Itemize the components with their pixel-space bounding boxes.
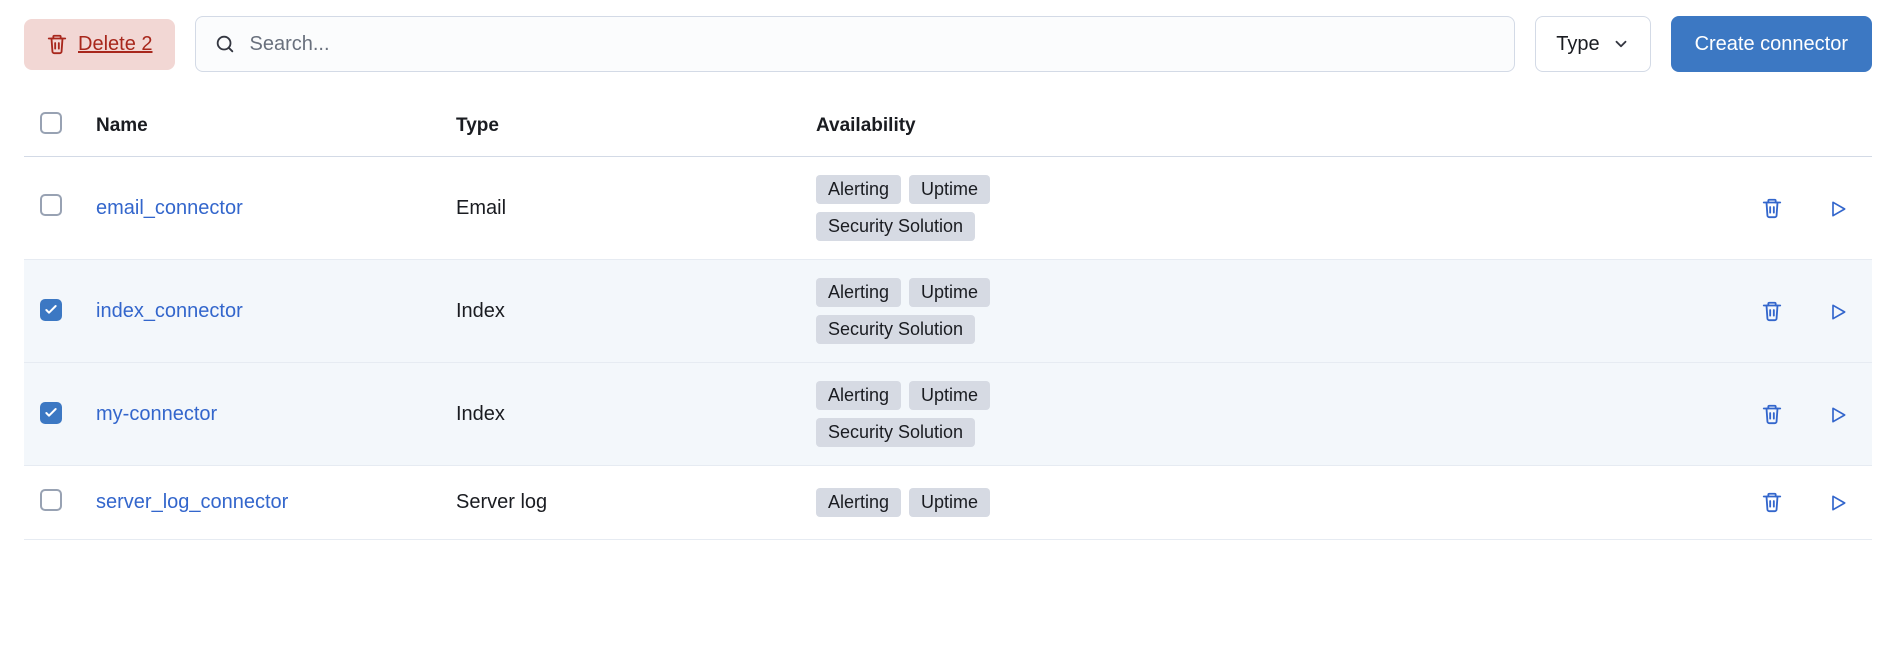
availability-badges: Alerting Uptime Security Solution [816,175,1076,241]
select-all-checkbox[interactable] [40,112,62,134]
run-row-button[interactable] [1820,294,1856,330]
table-row: email_connector Email Alerting Uptime Securi… [24,157,1872,260]
col-header-name: Name [80,100,440,157]
connector-type: Email [456,197,506,219]
connector-name-link[interactable]: my-connector [96,403,217,425]
create-connector-button[interactable]: Create connector [1671,16,1872,72]
availability-badge: Alerting [816,381,901,410]
trash-icon [46,33,68,55]
run-row-button[interactable] [1820,485,1856,521]
trash-icon [1761,403,1783,425]
availability-badge: Alerting [816,175,901,204]
table-row: my-connector Index Alerting Uptime Security … [24,363,1872,466]
play-icon [1828,493,1848,513]
trash-icon [1761,491,1783,513]
search-icon [214,33,236,55]
row-checkbox[interactable] [40,194,62,216]
search-field[interactable] [195,16,1516,72]
availability-badge: Security Solution [816,212,975,241]
availability-badge: Security Solution [816,418,975,447]
availability-badge: Alerting [816,488,901,517]
trash-icon [1761,197,1783,219]
availability-badges: Alerting Uptime Security Solution [816,278,1076,344]
toolbar: Delete 2 Type Create connector [24,16,1872,72]
row-checkbox[interactable] [40,489,62,511]
trash-icon [1761,300,1783,322]
play-icon [1828,405,1848,425]
availability-badge: Alerting [816,278,901,307]
row-checkbox[interactable] [40,299,62,321]
type-filter-button[interactable]: Type [1535,16,1650,72]
connector-type: Server log [456,491,547,513]
delete-label: Delete 2 [78,33,153,56]
connectors-table: Name Type Availability email_connector Em… [24,100,1872,540]
table-row: server_log_connector Server log Alerting Up… [24,466,1872,540]
row-checkbox[interactable] [40,402,62,424]
connector-type: Index [456,403,505,425]
play-icon [1828,302,1848,322]
delete-row-button[interactable] [1754,190,1790,226]
delete-row-button[interactable] [1754,396,1790,432]
connector-name-link[interactable]: index_connector [96,300,243,322]
chevron-down-icon [1612,35,1630,53]
connector-name-link[interactable]: server_log_connector [96,491,288,513]
run-row-button[interactable] [1820,397,1856,433]
run-row-button[interactable] [1820,191,1856,227]
delete-row-button[interactable] [1754,293,1790,329]
search-input[interactable] [250,33,1497,56]
play-icon [1828,199,1848,219]
delete-selected-button[interactable]: Delete 2 [24,19,175,70]
type-filter-label: Type [1556,33,1599,56]
connector-type: Index [456,300,505,322]
availability-badge: Uptime [909,278,990,307]
col-header-availability: Availability [800,100,1708,157]
col-header-type: Type [440,100,800,157]
availability-badge: Uptime [909,488,990,517]
availability-badge: Security Solution [816,315,975,344]
availability-badges: Alerting Uptime [816,488,1076,517]
table-row: index_connector Index Alerting Uptime Securi… [24,260,1872,363]
connector-name-link[interactable]: email_connector [96,197,243,219]
availability-badge: Uptime [909,175,990,204]
delete-row-button[interactable] [1754,484,1790,520]
availability-badge: Uptime [909,381,990,410]
availability-badges: Alerting Uptime Security Solution [816,381,1076,447]
